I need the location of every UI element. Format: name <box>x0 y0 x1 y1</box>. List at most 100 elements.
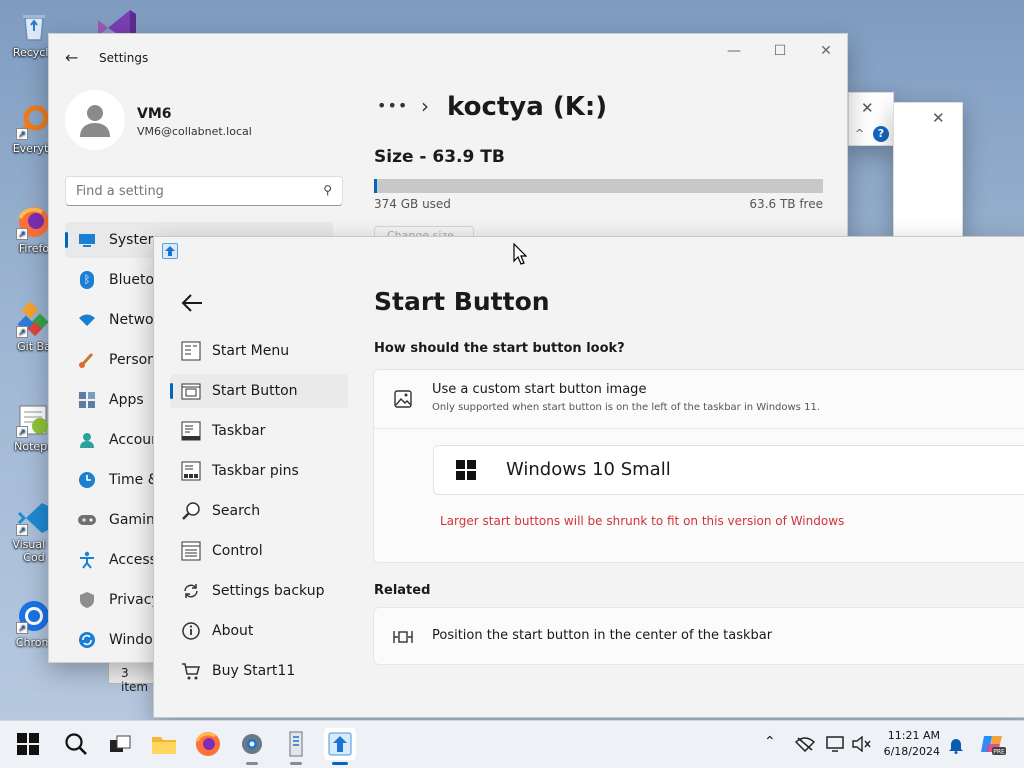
avatar <box>65 90 125 150</box>
custom-image-subtitle: Only supported when start button is on t… <box>432 402 820 413</box>
sidebar-item-label: Apps <box>109 392 144 408</box>
shortcut-arrow-icon: ↗ <box>16 228 28 240</box>
breadcrumb-more[interactable]: ••• <box>377 96 408 115</box>
running-indicator <box>290 762 302 765</box>
background-dialog-2: ✕ <box>893 102 963 242</box>
sidebar-item-label: Time & <box>109 472 159 488</box>
nav-start-menu[interactable]: Start Menu <box>170 334 348 368</box>
search-input[interactable] <box>66 177 306 205</box>
close-icon[interactable]: ✕ <box>932 109 945 127</box>
monitor-icon <box>77 230 97 250</box>
active-indicator <box>332 762 348 765</box>
taskbar-search-icon[interactable] <box>60 728 92 760</box>
show-hidden-icons-chevron-icon[interactable]: ⌃ <box>764 734 776 750</box>
maximize-button[interactable]: ☐ <box>757 34 803 68</box>
clock-date: 6/18/2024 <box>883 745 940 758</box>
accessibility-icon <box>77 550 97 570</box>
nav-buy-start11[interactable]: Buy Start11 <box>170 654 348 688</box>
nav-label: Control <box>212 543 263 559</box>
warning-text: Larger start buttons will be shrunk to f… <box>440 514 845 528</box>
gamepad-icon <box>77 510 97 530</box>
usage-bar <box>374 179 823 193</box>
taskbar-settings-gear-icon[interactable] <box>236 728 268 760</box>
svg-text:PRE: PRE <box>993 749 1005 756</box>
account-icon <box>77 430 97 450</box>
breadcrumb-separator: › <box>421 94 429 118</box>
taskbar-icon <box>180 420 202 442</box>
find-setting-search[interactable]: ⚲ <box>65 176 343 206</box>
nav-taskbar-pins[interactable]: Taskbar pins <box>170 454 348 488</box>
vscode-icon: ↗ <box>16 500 52 536</box>
nav-label: Taskbar <box>212 423 266 439</box>
usage-bar-fill <box>374 179 377 193</box>
explorer-status-bar: 3 item <box>108 662 158 694</box>
start-button[interactable] <box>12 728 44 760</box>
taskbar-server-app-icon[interactable] <box>280 728 312 760</box>
file-explorer-icon[interactable] <box>148 728 180 760</box>
related-heading: Related <box>374 583 431 598</box>
free-space-text: 63.6 TB free <box>749 197 823 211</box>
cart-icon <box>180 660 202 682</box>
copilot-preview-icon[interactable]: PRE <box>980 732 1006 760</box>
nav-search[interactable]: Search <box>170 494 348 528</box>
control-icon <box>180 540 202 562</box>
shortcut-arrow-icon: ↗ <box>16 326 28 338</box>
taskbar-start11-icon[interactable] <box>324 728 356 760</box>
shortcut-arrow-icon: ↗ <box>16 426 28 438</box>
recycle-bin-icon <box>16 8 52 44</box>
start-button-style-selector[interactable]: Windows 10 Small <box>433 445 1024 495</box>
git-bash-icon: ↗ <box>16 302 52 338</box>
start11-window: Start Menu Start Button Taskbar Taskbar … <box>153 236 1024 718</box>
chevron-up-icon[interactable]: ^ <box>855 127 864 140</box>
bluetooth-icon: ᛒ <box>77 270 97 290</box>
firefox-icon: ↗ <box>16 204 52 240</box>
image-icon <box>394 390 412 412</box>
start-button-style-card: Use a custom start button image Only sup… <box>373 369 1024 563</box>
minimize-button[interactable]: — <box>711 34 757 68</box>
selected-indicator <box>65 232 68 248</box>
globe-clock-icon <box>77 470 97 490</box>
notification-bell-icon[interactable] <box>948 736 964 758</box>
taskbar-firefox-icon[interactable] <box>192 728 224 760</box>
close-button[interactable]: ✕ <box>803 34 849 68</box>
drive-size-label: Size - 63.9 TB <box>374 147 505 167</box>
update-icon <box>77 630 97 650</box>
info-icon <box>180 620 202 642</box>
notepad-plus-icon: ↗ <box>16 402 52 438</box>
back-arrow-icon[interactable]: ← <box>65 48 78 67</box>
nav-label: Taskbar pins <box>212 463 299 479</box>
apps-icon <box>77 390 97 410</box>
clock[interactable]: 11:21 AM 6/18/2024 <box>870 728 940 760</box>
nav-label: About <box>212 623 254 639</box>
close-icon[interactable]: ✕ <box>861 99 874 117</box>
nav-control[interactable]: Control <box>170 534 348 568</box>
start-button-icon <box>180 380 202 402</box>
start-menu-icon <box>180 340 202 362</box>
network-disconnected-icon[interactable] <box>794 736 816 756</box>
help-icon[interactable]: ? <box>873 126 889 142</box>
background-dialog: ✕ ^ ? <box>848 92 894 146</box>
volume-muted-icon[interactable] <box>852 735 872 756</box>
selected-indicator <box>170 383 173 399</box>
custom-image-title[interactable]: Use a custom start button image <box>432 382 646 397</box>
everything-search-icon: ↗ <box>16 104 52 140</box>
nav-label: Settings backup <box>212 583 325 599</box>
center-align-icon <box>392 628 414 650</box>
nav-start-button[interactable]: Start Button <box>170 374 348 408</box>
back-arrow-icon[interactable] <box>180 291 204 319</box>
windows-logo-icon <box>456 460 476 484</box>
display-icon[interactable] <box>826 736 846 756</box>
nav-about[interactable]: About <box>170 614 348 648</box>
divider <box>374 428 1024 429</box>
start11-app-icon <box>162 243 178 259</box>
search-icon <box>180 500 202 522</box>
wifi-icon <box>77 310 97 330</box>
task-view-icon[interactable] <box>104 728 136 760</box>
related-center-start-button[interactable]: Position the start button in the center … <box>373 607 1024 665</box>
nav-settings-backup[interactable]: Settings backup <box>170 574 348 608</box>
window-title: Settings <box>99 51 149 65</box>
mouse-cursor-icon <box>513 242 528 269</box>
related-item-label: Position the start button in the center … <box>432 628 773 643</box>
clock-time: 11:21 AM <box>887 729 940 742</box>
nav-taskbar[interactable]: Taskbar <box>170 414 348 448</box>
